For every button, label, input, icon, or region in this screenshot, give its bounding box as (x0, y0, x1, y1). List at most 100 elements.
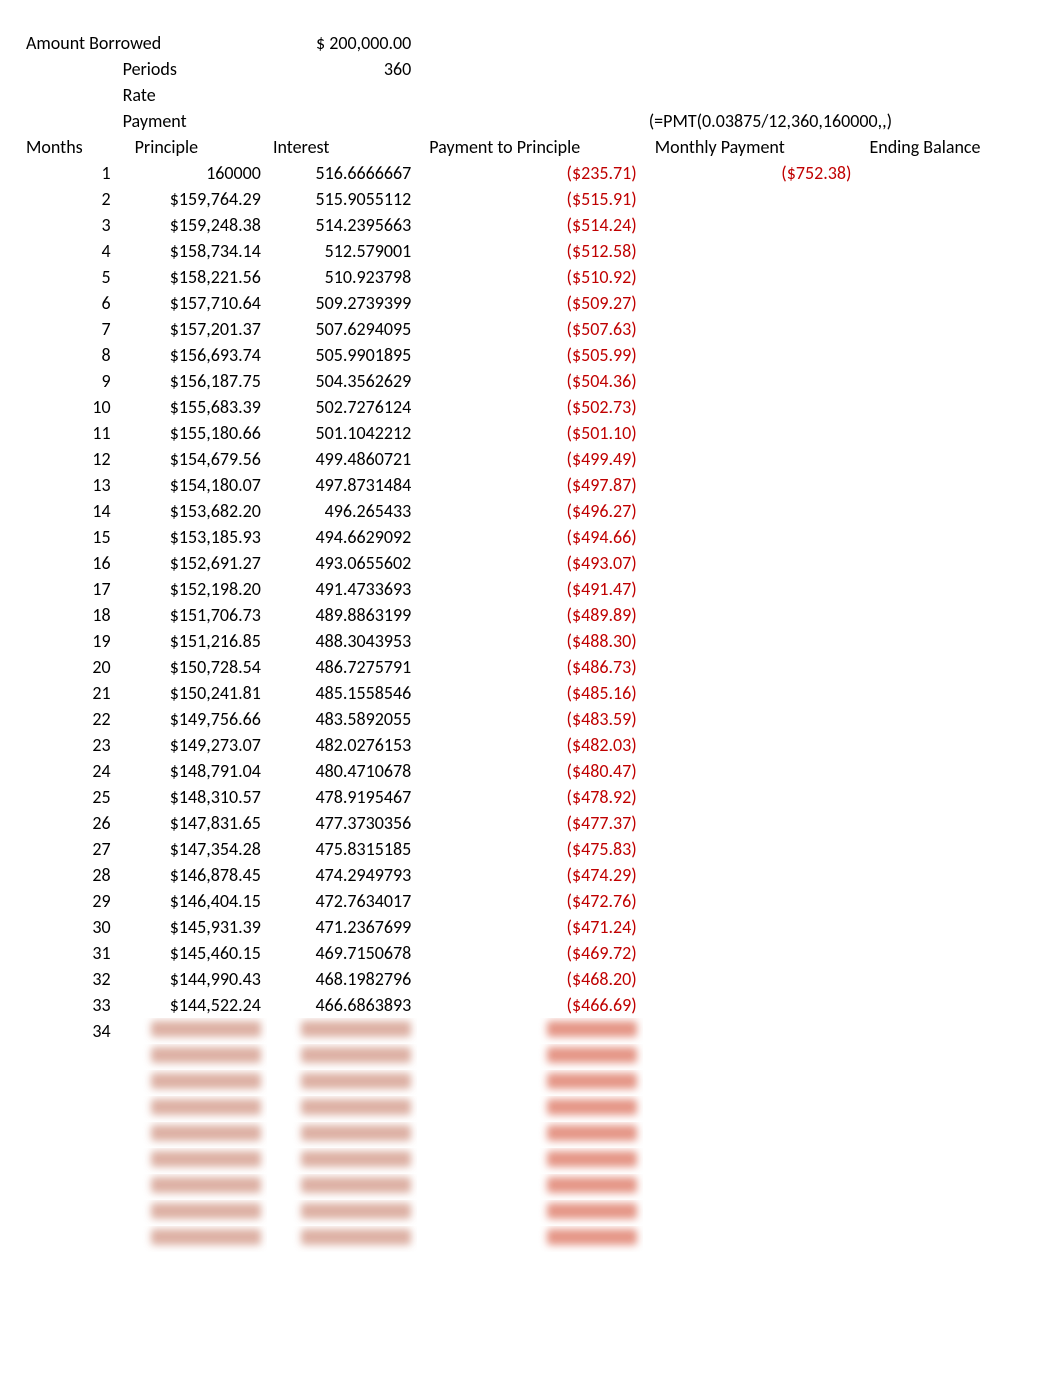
cell-month: 23 (20, 732, 117, 758)
cell-payment-to-principle: ($493.07) (417, 550, 642, 576)
cell-ending-balance (857, 160, 1040, 186)
blur-placeholder (151, 1151, 261, 1167)
cell-month: 10 (20, 394, 117, 420)
table-row: 16$152,691.27493.0655602($493.07) (20, 550, 1040, 576)
table-row: 5$158,221.56510.923798($510.92) (20, 264, 1040, 290)
blur-placeholder (547, 1203, 637, 1219)
blurred-row (20, 1200, 1040, 1226)
cell-interest: 494.6629092 (267, 524, 417, 550)
cell-payment-to-principle: ($497.87) (417, 472, 642, 498)
cell-payment-to-principle: ($468.20) (417, 966, 642, 992)
cell-month: 19 (20, 628, 117, 654)
cell-principle: $150,728.54 (117, 654, 267, 680)
cell-month: 15 (20, 524, 117, 550)
cell-monthly-payment (643, 524, 858, 550)
cell-month: 33 (20, 992, 117, 1018)
blurred-cell (117, 1200, 267, 1226)
blurred-cell (417, 1122, 642, 1148)
blur-placeholder (547, 1099, 637, 1115)
cell-principle: $153,185.93 (117, 524, 267, 550)
cell-month: 12 (20, 446, 117, 472)
cell-principle: $145,460.15 (117, 940, 267, 966)
cell-payment-to-principle: ($475.83) (417, 836, 642, 862)
cell-monthly-payment (643, 238, 858, 264)
blur-placeholder (547, 1021, 637, 1037)
blur-placeholder (547, 1073, 637, 1089)
cell-principle: $154,679.56 (117, 446, 267, 472)
cell-interest: 478.9195467 (267, 784, 417, 810)
cell-payment-to-principle: ($505.99) (417, 342, 642, 368)
cell-monthly-payment (643, 784, 858, 810)
blur-placeholder (151, 1073, 261, 1089)
cell-interest: 485.1558546 (267, 680, 417, 706)
spreadsheet: Amount Borrowed $ 200,000.00 Periods 360… (0, 0, 1062, 1292)
blurred-cell (117, 1174, 267, 1200)
cell-principle: $150,241.81 (117, 680, 267, 706)
cell-payment-to-principle: ($504.36) (417, 368, 642, 394)
cell-month: 1 (20, 160, 117, 186)
cell-ending-balance (857, 394, 1040, 420)
cell-ending-balance (857, 420, 1040, 446)
cell-monthly-payment (643, 264, 858, 290)
cell-monthly-payment (643, 472, 858, 498)
cell-ending-balance (857, 212, 1040, 238)
cell-principle: $155,683.39 (117, 394, 267, 420)
blurred-cell (417, 1226, 642, 1252)
cell-principle: $151,216.85 (117, 628, 267, 654)
cell-interest: 491.4733693 (267, 576, 417, 602)
cell-principle: $148,791.04 (117, 758, 267, 784)
cell-month: 30 (20, 914, 117, 940)
cell-principle: $157,201.37 (117, 316, 267, 342)
cell-interest: 475.8315185 (267, 836, 417, 862)
blurred-row (20, 1122, 1040, 1148)
cell-principle: $159,764.29 (117, 186, 267, 212)
cell-principle: $156,693.74 (117, 342, 267, 368)
cell-monthly-payment (643, 602, 858, 628)
blurred-row (20, 1226, 1040, 1252)
cell-payment-to-principle: ($510.92) (417, 264, 642, 290)
blurred-row (20, 1174, 1040, 1200)
cell-payment-to-principle: ($469.72) (417, 940, 642, 966)
cell-interest: 493.0655602 (267, 550, 417, 576)
cell-payment-to-principle: ($512.58) (417, 238, 642, 264)
cell-ending-balance (857, 992, 1040, 1018)
cell-principle: $148,310.57 (117, 784, 267, 810)
blur-placeholder (547, 1177, 637, 1193)
blurred-cell (417, 1018, 642, 1044)
cell-month: 29 (20, 888, 117, 914)
table-row: 4$158,734.14512.579001($512.58) (20, 238, 1040, 264)
col-ending-balance: Ending Balance (857, 134, 1040, 160)
blurred-cell (267, 1148, 417, 1174)
blurred-cell (267, 1096, 417, 1122)
blur-placeholder (151, 1125, 261, 1141)
cell-month: 9 (20, 368, 117, 394)
table-row: 29$146,404.15472.7634017($472.76) (20, 888, 1040, 914)
table-row: 15$153,185.93494.6629092($494.66) (20, 524, 1040, 550)
cell-principle: $145,931.39 (117, 914, 267, 940)
cell-interest: 512.579001 (267, 238, 417, 264)
cell-principle: $146,404.15 (117, 888, 267, 914)
cell-ending-balance (857, 940, 1040, 966)
table-row: 21$150,241.81485.1558546($485.16) (20, 680, 1040, 706)
cell-principle: $157,710.64 (117, 290, 267, 316)
cell-month: 13 (20, 472, 117, 498)
cell-payment-to-principle: ($485.16) (417, 680, 642, 706)
cell-ending-balance (857, 316, 1040, 342)
cell-month: 34 (20, 1018, 117, 1044)
blurred-cell (117, 1018, 267, 1044)
cell-ending-balance (857, 680, 1040, 706)
cell-payment-to-principle: ($489.89) (417, 602, 642, 628)
blurred-cell (267, 1044, 417, 1070)
cell-interest: 502.7276124 (267, 394, 417, 420)
cell-payment-to-principle: ($488.30) (417, 628, 642, 654)
cell-interest: 504.3562629 (267, 368, 417, 394)
cell-ending-balance (857, 524, 1040, 550)
cell-ending-balance (857, 602, 1040, 628)
cell-month: 28 (20, 862, 117, 888)
cell-interest: 516.6666667 (267, 160, 417, 186)
table-row: 3$159,248.38514.2395663($514.24) (20, 212, 1040, 238)
blurred-cell (267, 1122, 417, 1148)
col-interest: Interest (267, 134, 417, 160)
cell-payment-to-principle: ($515.91) (417, 186, 642, 212)
table-row: 31$145,460.15469.7150678($469.72) (20, 940, 1040, 966)
